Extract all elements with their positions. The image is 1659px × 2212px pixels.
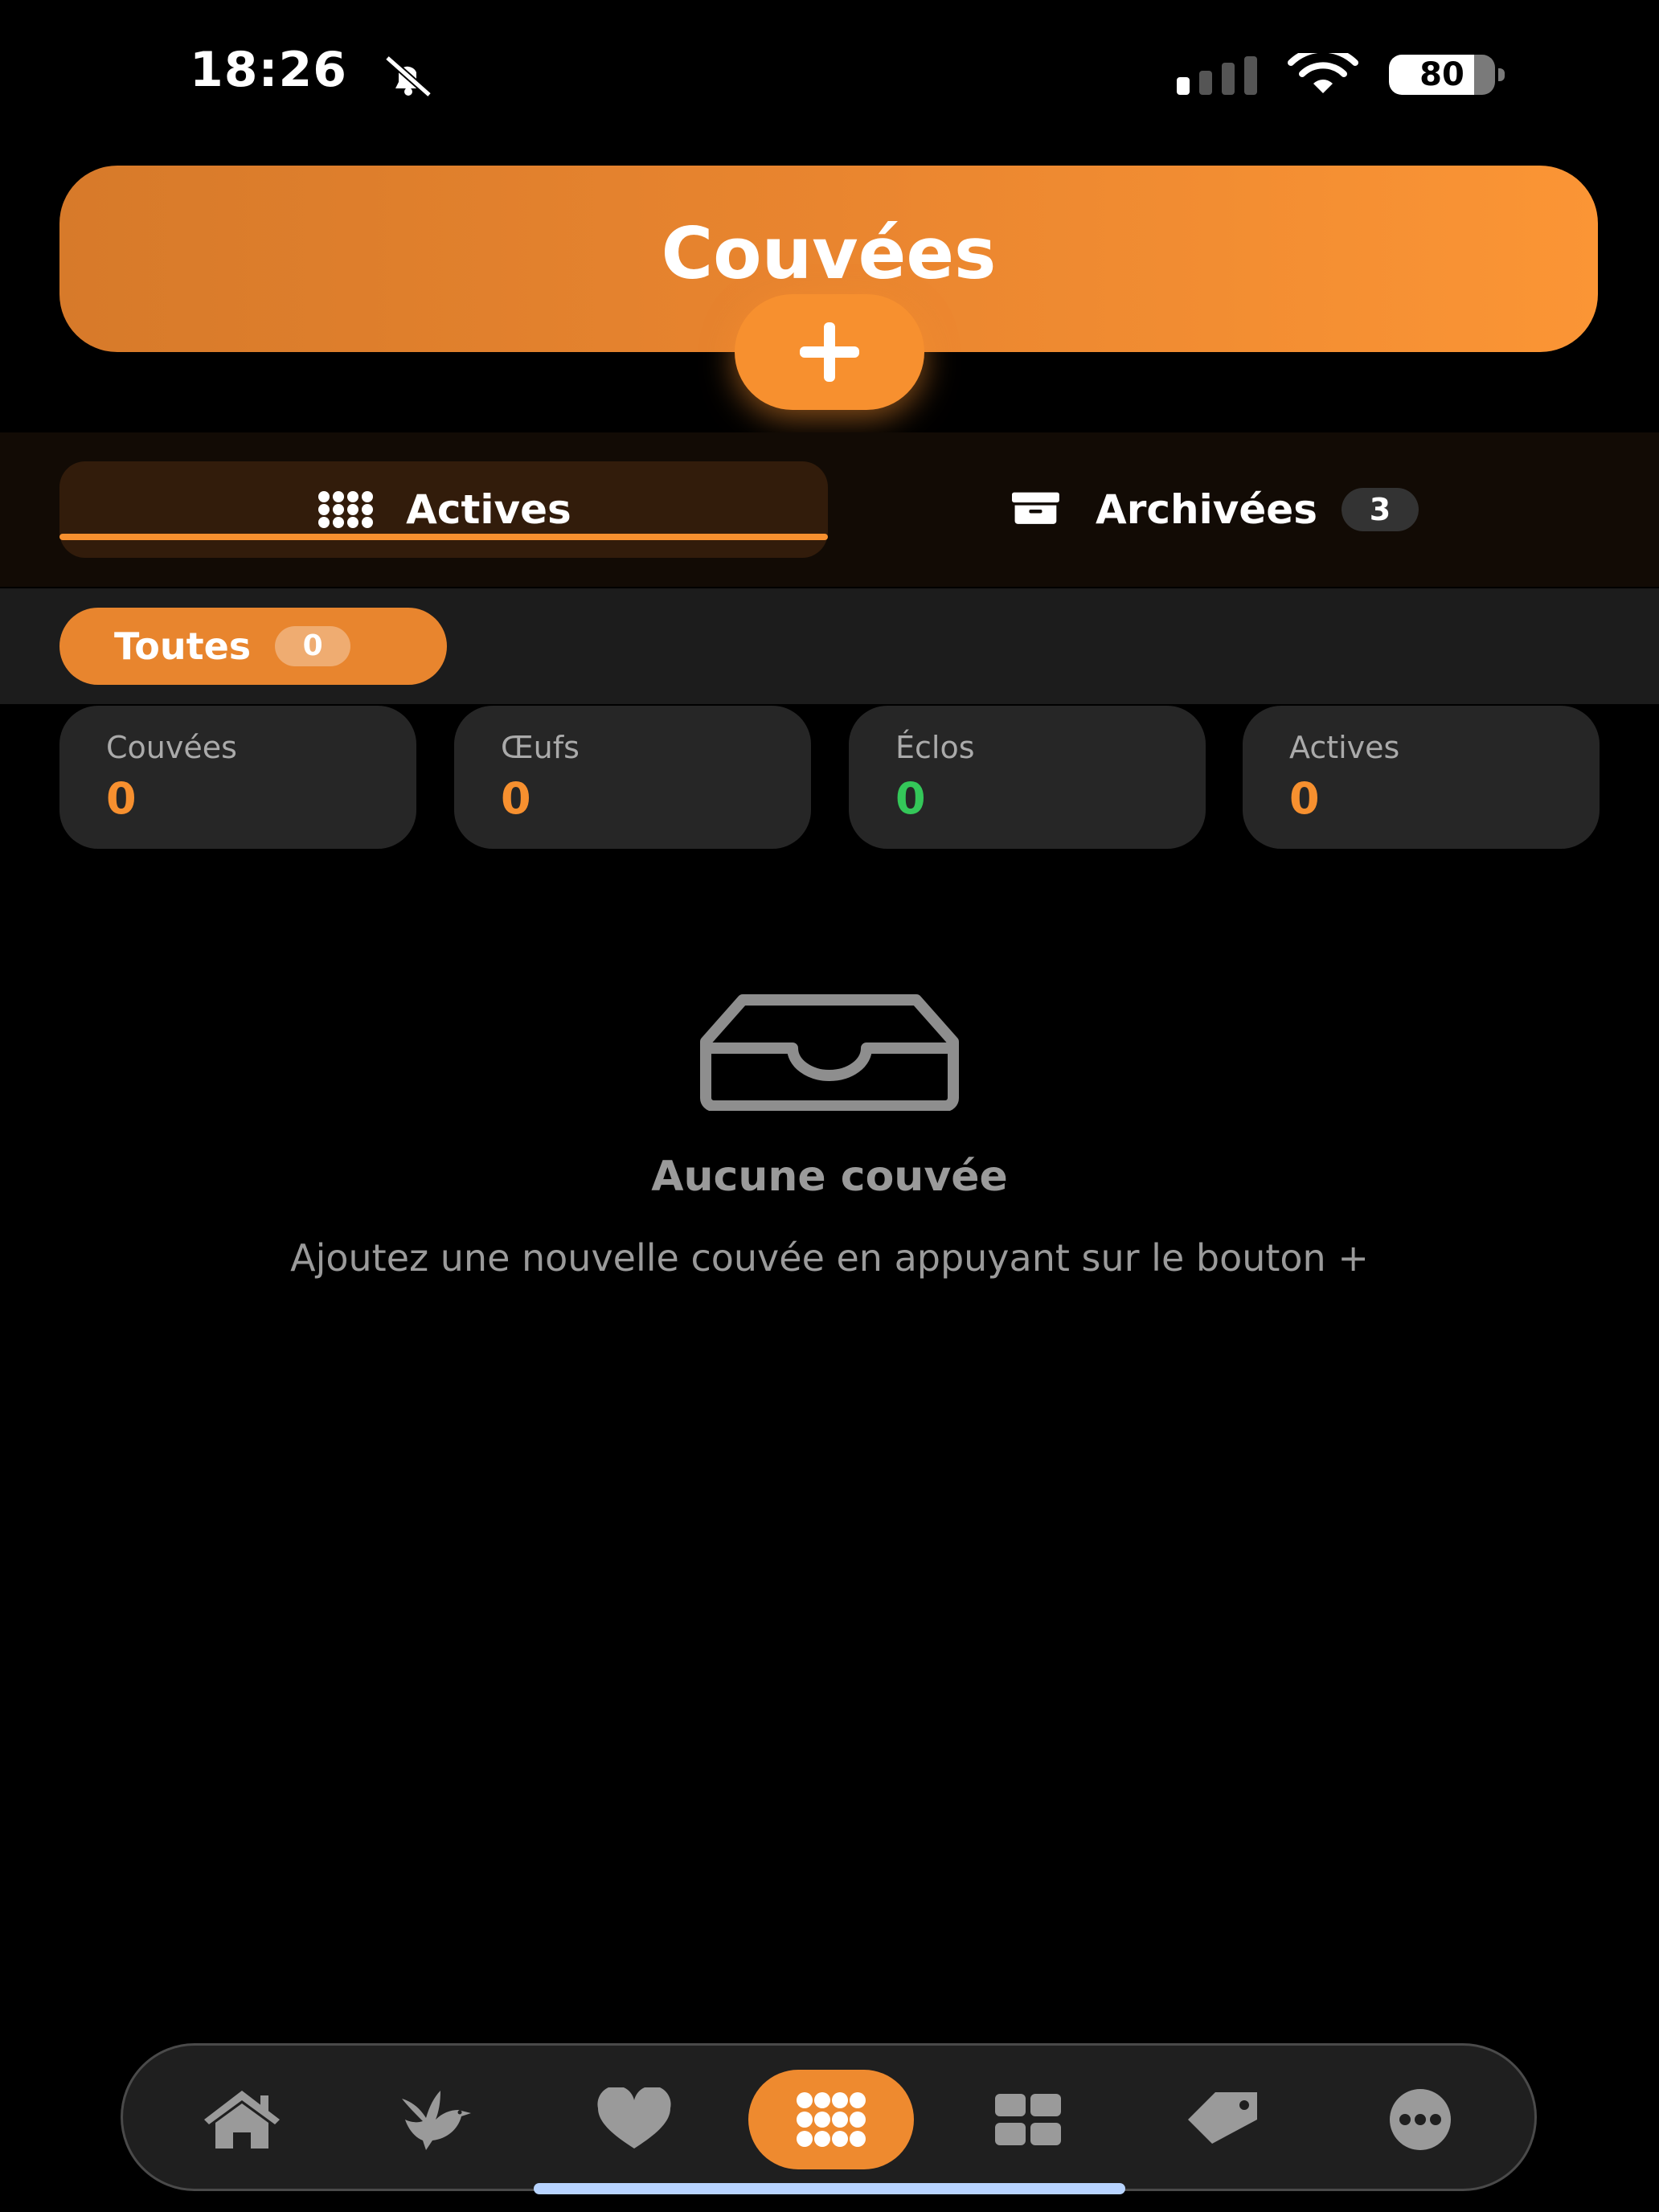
more-dots-icon [1390, 2089, 1451, 2150]
nav-dashboard[interactable] [978, 2070, 1078, 2169]
stat-label: Œufs [501, 730, 580, 765]
nav-tags[interactable] [1174, 2070, 1274, 2169]
archived-count-badge: 3 [1341, 488, 1419, 531]
stat-value: 0 [895, 773, 926, 824]
bird-icon [402, 2091, 471, 2150]
inbox-tray-icon [700, 994, 959, 1111]
nav-health[interactable] [584, 2070, 684, 2169]
stat-label: Éclos [895, 730, 975, 765]
filter-chip-toutes[interactable]: Toutes 0 [59, 608, 447, 685]
stat-value: 0 [1289, 773, 1320, 824]
empty-state-title: Aucune couvée [651, 1153, 1008, 1201]
filter-bar: Toutes 0 [0, 588, 1659, 704]
heart-icon [597, 2087, 671, 2149]
nav-more[interactable] [1370, 2070, 1470, 2169]
stat-card-eclos: Éclos 0 [849, 706, 1206, 849]
stat-label: Actives [1289, 730, 1400, 765]
filter-chip-label: Toutes [114, 625, 252, 668]
page-title: Couvées [661, 212, 997, 295]
bottom-nav [121, 2043, 1537, 2191]
nav-home[interactable] [192, 2070, 292, 2169]
status-bar: 18:26 80 [0, 0, 1659, 153]
tab-actives-label: Actives [406, 486, 571, 533]
battery-level: 80 [1419, 56, 1464, 93]
filter-chip-count: 0 [275, 626, 351, 666]
grid-dots-icon [318, 491, 374, 528]
stat-card-oeufs: Œufs 0 [454, 706, 811, 849]
nav-birds[interactable] [388, 2070, 488, 2169]
stat-label: Couvées [106, 730, 237, 765]
stat-card-actives: Actives 0 [1243, 706, 1600, 849]
active-tab-indicator [59, 534, 828, 540]
plus-icon [800, 322, 859, 382]
tag-icon [1188, 2092, 1257, 2144]
wifi-icon [1288, 53, 1358, 93]
tabs-bar: Actives Archivées 3 [0, 432, 1659, 587]
dashboard-grid-icon [995, 2094, 1061, 2145]
add-brood-button[interactable] [735, 294, 924, 410]
archive-box-icon [1012, 492, 1059, 524]
tab-actives[interactable]: Actives [59, 461, 828, 558]
nav-broods[interactable] [748, 2070, 914, 2169]
home-indicator[interactable] [534, 2183, 1125, 2194]
stat-value: 0 [106, 773, 137, 824]
cellular-signal-icon [1177, 56, 1257, 95]
status-time: 18:26 [190, 42, 347, 98]
battery-indicator: 80 [1389, 55, 1505, 95]
tab-archivees[interactable]: Archivées 3 [831, 461, 1600, 558]
bell-slash-icon [385, 55, 432, 98]
stat-card-couvees: Couvées 0 [59, 706, 416, 849]
stat-value: 0 [501, 773, 531, 824]
tab-archivees-label: Archivées [1096, 486, 1317, 533]
empty-state-text: Ajoutez une nouvelle couvée en appuyant … [290, 1236, 1369, 1280]
home-icon [204, 2091, 280, 2149]
grid-dots-icon [797, 2092, 866, 2147]
